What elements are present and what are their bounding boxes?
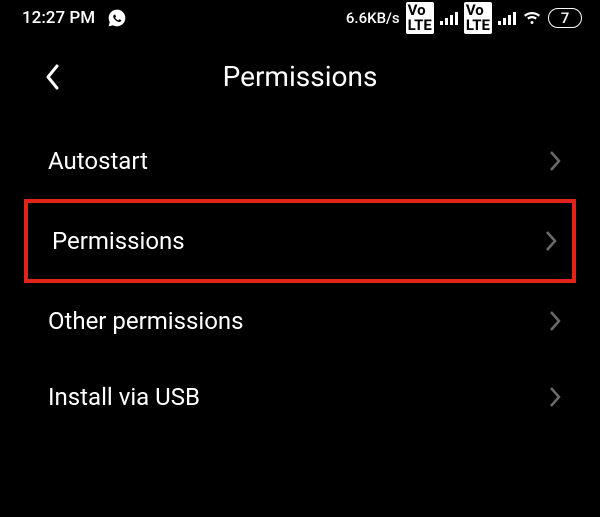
status-right: 6.6KB/s VoLTE VoLTE 7: [346, 2, 582, 34]
nav-header: Permissions: [0, 36, 600, 123]
network-speed: 6.6KB/s: [346, 9, 400, 27]
battery-level: 7: [561, 9, 570, 27]
volte-badge-2: VoLTE: [464, 2, 492, 34]
list-item-permissions[interactable]: Permissions: [0, 199, 600, 283]
battery-indicator: 7: [548, 8, 582, 28]
list-item-other-permissions[interactable]: Other permissions: [0, 283, 600, 359]
chevron-left-icon: [44, 63, 62, 91]
highlight-box: Permissions: [24, 199, 576, 283]
volte-badge-1: VoLTE: [406, 2, 434, 34]
list-item-label: Autostart: [48, 147, 148, 175]
list-item-label: Permissions: [52, 227, 185, 255]
list-item-label: Other permissions: [48, 307, 244, 335]
status-time: 12:27 PM: [22, 8, 95, 28]
signal-icon-2: [498, 11, 516, 25]
settings-list: Autostart Permissions Other permissions …: [0, 123, 600, 435]
chevron-right-icon: [548, 309, 562, 333]
wifi-icon: [522, 10, 542, 26]
chevron-right-icon: [544, 229, 558, 253]
list-item-label: Install via USB: [48, 383, 200, 411]
chevron-right-icon: [548, 385, 562, 409]
whatsapp-icon: [107, 8, 127, 28]
status-bar: 12:27 PM 6.6KB/s VoLTE VoLTE 7: [0, 0, 600, 36]
signal-icon-1: [440, 11, 458, 25]
chevron-right-icon: [548, 149, 562, 173]
back-button[interactable]: [38, 62, 68, 92]
page-title: Permissions: [20, 60, 580, 93]
list-item-autostart[interactable]: Autostart: [0, 123, 600, 199]
status-left: 12:27 PM: [22, 8, 127, 28]
list-item-install-via-usb[interactable]: Install via USB: [0, 359, 600, 435]
